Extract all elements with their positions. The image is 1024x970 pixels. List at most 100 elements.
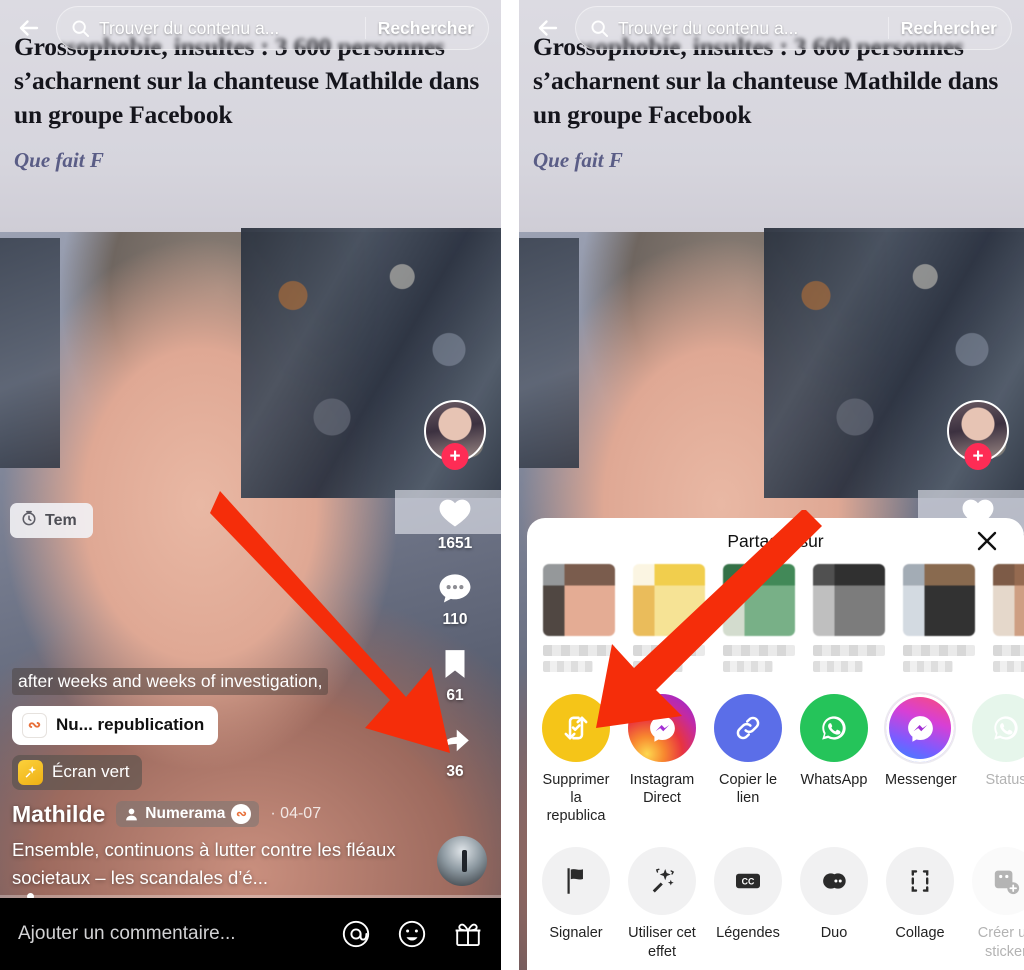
contact-name-placeholder-2	[903, 661, 954, 672]
action-report[interactable]: Signaler	[541, 847, 611, 960]
top-search-bar-right: Trouver du contenu a... Rechercher	[519, 0, 1024, 56]
comment-button[interactable]: 110	[432, 566, 478, 629]
like-button[interactable]: 1651	[419, 490, 491, 553]
action-instagram-direct[interactable]: Instagram Direct	[627, 694, 697, 825]
link-icon	[714, 694, 782, 762]
share-tool-label: Duo	[820, 925, 848, 942]
at-icon[interactable]	[341, 919, 371, 949]
contact-avatar-2	[633, 564, 705, 636]
numerama-badge-icon: ∾	[231, 804, 252, 825]
search-bar[interactable]: Trouver du contenu a... Rechercher	[575, 6, 1012, 50]
video-caption: Ensemble, continuons à lutter contre les…	[12, 838, 396, 888]
action-copy-link[interactable]: Copier le lien	[713, 694, 783, 825]
search-icon	[71, 19, 90, 38]
share-action-label: Copier le lien	[718, 772, 778, 807]
search-input[interactable]: Trouver du contenu a...	[618, 18, 882, 39]
brand-tag[interactable]: Numerama ∾	[116, 801, 260, 828]
duet-icon	[800, 847, 868, 916]
share-app-row: Supprimer la republica Instagram Direct Co…	[527, 694, 1024, 825]
share-tool-label: Collage	[895, 925, 945, 942]
gift-icon[interactable]	[453, 919, 483, 949]
search-input[interactable]: Trouver du contenu a...	[99, 18, 359, 39]
share-action-label: WhatsApp	[800, 772, 868, 788]
search-submit-button[interactable]: Rechercher	[378, 18, 478, 39]
comment-bar-icons	[341, 919, 483, 949]
action-stitch[interactable]: Collage	[885, 847, 955, 960]
contact-avatar-1	[543, 564, 615, 636]
instagram-direct-icon	[628, 694, 696, 762]
contact-name-placeholder	[813, 645, 885, 656]
search-divider	[364, 17, 366, 39]
share-tool-label: Créer un sticker	[977, 925, 1024, 960]
video-subtitle: after weeks and weeks of investigation,	[12, 667, 329, 695]
share-action-label: Supprimer la republica	[542, 772, 610, 825]
share-sheet-title: Partager sur	[727, 530, 824, 551]
contact-name-placeholder-2	[813, 661, 864, 672]
heart-icon	[432, 490, 478, 534]
contact-share-item[interactable]	[543, 564, 615, 672]
contact-share-item[interactable]	[903, 564, 975, 672]
comment-icon	[432, 566, 478, 610]
contact-share-item[interactable]	[723, 564, 795, 672]
bookmark-count: 61	[446, 687, 464, 704]
repost-chip[interactable]: ∾ Nu... republication	[12, 705, 219, 745]
action-remove-repost[interactable]: Supprimer la republica	[541, 694, 611, 825]
magic-wand-icon	[628, 847, 696, 916]
contact-name-placeholder	[903, 645, 975, 656]
post-date: · 04-07	[270, 805, 322, 823]
contact-name-placeholder	[633, 645, 705, 656]
back-arrow-icon[interactable]	[531, 11, 565, 45]
share-tool-label: Légendes	[716, 925, 780, 942]
contact-name-placeholder-2	[723, 661, 774, 672]
timer-chip[interactable]: Tem	[10, 503, 93, 538]
effect-chip[interactable]: Écran vert	[12, 754, 143, 790]
contact-share-item[interactable]	[633, 564, 705, 672]
follow-button[interactable]: +	[964, 443, 992, 470]
action-rail-left: + 1651 110 61 36	[395, 400, 501, 794]
author-name[interactable]: Mathilde	[12, 801, 105, 828]
action-duet[interactable]: Duo	[799, 847, 869, 960]
repost-chip-label: Nu... republication	[56, 715, 205, 735]
flag-icon	[542, 847, 610, 916]
contact-share-row	[527, 564, 1024, 694]
search-submit-button[interactable]: Rechercher	[901, 18, 1001, 39]
share-tool-label: Utiliser cet effet	[628, 925, 696, 960]
share-tool-label: Signaler	[549, 925, 603, 942]
share-button[interactable]: 36	[432, 718, 478, 781]
closed-captions-icon: CC	[714, 847, 782, 916]
like-count: 1651	[437, 535, 473, 552]
contact-avatar-3	[723, 564, 795, 636]
contact-share-item[interactable]	[993, 564, 1024, 672]
action-captions[interactable]: CC Légendes	[713, 847, 783, 960]
share-action-label: Instagram Direct	[629, 772, 695, 807]
emoji-icon[interactable]	[397, 919, 427, 949]
messenger-icon	[886, 694, 954, 762]
bookmark-button[interactable]: 61	[432, 642, 478, 705]
contact-share-item[interactable]	[813, 564, 885, 672]
brand-tag-label: Numerama	[145, 805, 226, 823]
comment-count: 110	[442, 611, 468, 628]
share-sheet-header: Partager sur	[527, 518, 1024, 564]
close-icon[interactable]	[974, 528, 1000, 554]
comment-input[interactable]: Ajouter un commentaire...	[18, 923, 341, 945]
svg-text:CC: CC	[742, 877, 755, 887]
stopwatch-icon	[20, 509, 38, 532]
contact-name-placeholder-2	[633, 661, 684, 672]
music-disc-icon[interactable]	[437, 836, 487, 886]
numerama-logo-icon: ∾	[22, 712, 47, 738]
phone-screen-right: Grossophobie, insultes : 3 600 personnes…	[519, 0, 1024, 970]
green-screen-icon	[18, 759, 43, 785]
action-whatsapp[interactable]: WhatsApp	[799, 694, 869, 825]
contact-name-placeholder-2	[993, 661, 1024, 672]
whatsapp-icon	[800, 694, 868, 762]
effect-chip-label: Écran vert	[52, 762, 130, 782]
action-use-effect[interactable]: Utiliser cet effet	[627, 847, 697, 960]
action-messenger[interactable]: Messenger	[885, 694, 957, 825]
search-bar[interactable]: Trouver du contenu a... Rechercher	[56, 6, 489, 50]
creator-avatar[interactable]: +	[424, 400, 486, 476]
follow-button[interactable]: +	[441, 443, 469, 470]
action-whatsapp-status: Status	[971, 694, 1024, 825]
search-divider	[887, 17, 889, 39]
back-arrow-icon[interactable]	[12, 11, 46, 45]
creator-avatar[interactable]: +	[947, 400, 1009, 476]
